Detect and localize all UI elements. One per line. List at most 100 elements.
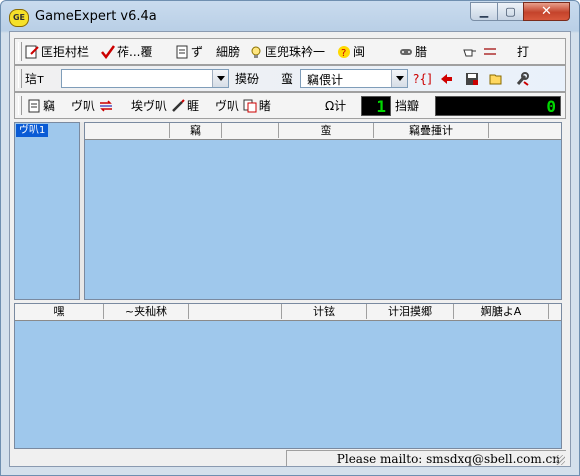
- toolbar-item-3[interactable]: ず: [175, 43, 203, 61]
- toolbar-item-4-label: 細膀: [216, 45, 241, 59]
- column-header[interactable]: [85, 123, 170, 138]
- new-document-icon: [28, 99, 40, 113]
- edit-page-icon: [25, 45, 39, 59]
- tree-item-selected[interactable]: ヴ叭1: [16, 124, 49, 137]
- app-logo-icon: GE: [9, 9, 29, 27]
- save-button[interactable]: [465, 70, 481, 88]
- toolbar3-item-2-label: ヴ叭: [71, 99, 96, 113]
- minimize-icon: ▁: [479, 5, 489, 18]
- toolbar-item-7[interactable]: 腊: [399, 43, 427, 61]
- count-display: 1: [361, 96, 391, 116]
- column-header[interactable]: ~夹秈秫: [104, 304, 189, 319]
- toolbar-item-2[interactable]: 莋...覆: [101, 43, 152, 61]
- main-window: GE GameExpert v6.4a ▁ ▢ ✕ 匡拒村栏 莋...覆 ず 細…: [0, 0, 580, 476]
- toolbar3-item-4[interactable]: 睚: [187, 97, 199, 115]
- save-icon: [466, 73, 478, 85]
- toolbar-item-1[interactable]: 匡拒村栏: [25, 43, 89, 61]
- toolbar-item-5-label: 匡兜珠衿一: [265, 45, 326, 59]
- maximize-button[interactable]: ▢: [497, 2, 524, 21]
- data-type-combo-value: 竊偎计: [307, 73, 344, 87]
- close-button[interactable]: ✕: [523, 2, 570, 21]
- address-list-grid[interactable]: 嘿 ~夹秈秫 计铉 计泪摸郷 婀膅よA: [14, 303, 562, 449]
- pen-icon: [171, 99, 185, 112]
- toolbar-item-7-label: 腊: [415, 45, 428, 59]
- chevron-down-icon[interactable]: [391, 70, 407, 87]
- process-combo[interactable]: [61, 69, 229, 88]
- arrow-left-button[interactable]: [439, 70, 455, 88]
- minimize-button[interactable]: ▁: [470, 2, 498, 21]
- arrow-left-icon: [441, 74, 452, 84]
- toolbar3-item-6-label: 睹: [258, 99, 271, 113]
- toolbar3-item-4-label: 睚: [187, 99, 200, 113]
- column-header[interactable]: 计铉: [282, 304, 367, 319]
- toolbar-grip[interactable]: [18, 42, 22, 61]
- lightbulb-icon: [251, 46, 261, 58]
- toolbar-item-6-label: 闽: [353, 45, 366, 59]
- copy-document-icon: [243, 99, 257, 113]
- address-list-header: 嘿 ~夹秈秫 计铉 计泪摸郷 婀膅よA: [15, 304, 561, 321]
- toolbar3-item-3-label: 埃ヴ叭: [131, 99, 168, 113]
- toolbar-item-8-label: 打: [517, 45, 530, 59]
- maximize-icon: ▢: [505, 5, 516, 18]
- status-mailto: Please mailto: smsdxq@sbell.com.cn: [286, 450, 566, 466]
- document-arrow-icon: [176, 45, 188, 59]
- open-folder-button[interactable]: [489, 70, 505, 88]
- chevron-down-icon[interactable]: [212, 70, 228, 87]
- tools-button[interactable]: [515, 70, 531, 88]
- search-value-label: 摸砏: [235, 72, 260, 86]
- toolbar-item-2-label: 莋...覆: [117, 45, 153, 59]
- toolbar-item-9[interactable]: 打: [517, 43, 529, 61]
- column-header[interactable]: 婀膅よA: [454, 304, 549, 319]
- column-header[interactable]: 计泪摸郷: [367, 304, 454, 319]
- toolbar-item-3-label: ず: [191, 45, 204, 59]
- status-bar: Please mailto: smsdxq@sbell.com.cn: [14, 450, 566, 466]
- toolbar-item-8[interactable]: [463, 43, 499, 61]
- data-type-combo[interactable]: 竊偎计: [300, 69, 408, 88]
- gamepad-icon: [400, 49, 412, 55]
- window-title: GameExpert v6.4a: [35, 9, 157, 24]
- query-button[interactable]: ?{]: [413, 70, 432, 88]
- column-header[interactable]: [489, 123, 561, 138]
- found-display: 0: [435, 96, 561, 116]
- toolbar3-item-5-label: ヴ叭: [215, 99, 240, 113]
- wrench-icon: [516, 72, 529, 86]
- results-grid[interactable]: 竊 蛮 竊疊揰计: [84, 122, 562, 300]
- title-bar[interactable]: GE GameExpert v6.4a ▁ ▢ ✕: [1, 1, 579, 31]
- found-label: 挡瓣: [395, 99, 420, 113]
- column-header[interactable]: [189, 304, 282, 319]
- column-header[interactable]: 竊疊揰计: [374, 123, 489, 138]
- action-toolbar: 竊 ヴ叭 埃ヴ叭 睚 ヴ叭 睹 Ω计 1 挡瓣 0: [14, 92, 566, 119]
- count-label: Ω计: [325, 99, 347, 113]
- main-toolbar: 匡拒村栏 莋...覆 ず 細膀 匡兜珠衿一 ? 闽 腊 打: [14, 38, 566, 65]
- process-tree[interactable]: ヴ叭1: [14, 122, 80, 300]
- toolbar-grip[interactable]: [18, 69, 22, 88]
- column-header[interactable]: 竊: [170, 123, 222, 138]
- toolbar-item-6[interactable]: ? 闽: [337, 43, 365, 61]
- toolbar3-item-3[interactable]: 埃ヴ叭: [131, 97, 187, 115]
- toolbar-grip[interactable]: [18, 96, 22, 115]
- toolbar-item-1-label: 匡拒村栏: [41, 45, 90, 59]
- toolbar-item-4[interactable]: 細膀: [216, 43, 240, 61]
- column-header[interactable]: 蛮: [279, 123, 374, 138]
- folder-open-icon: [489, 74, 502, 85]
- results-grid-header: 竊 蛮 竊疊揰计: [85, 123, 561, 140]
- process-label: 琂т: [25, 72, 44, 86]
- toolbar3-item-1[interactable]: 竊: [27, 97, 55, 115]
- help-icon: ?: [338, 46, 350, 59]
- pointing-hand-icon: [463, 49, 476, 57]
- column-header[interactable]: 嘿: [15, 304, 104, 319]
- toolbar3-item-5[interactable]: ヴ叭 睹: [215, 97, 271, 115]
- check-icon: [101, 45, 115, 59]
- swap-arrows-icon: [99, 100, 112, 112]
- client-area: 匡拒村栏 莋...覆 ず 細膀 匡兜珠衿一 ? 闽 腊 打 琂т 摸砏 蛮 竊偎…: [9, 31, 571, 467]
- toolbar-item-5[interactable]: 匡兜珠衿一: [249, 43, 325, 61]
- resize-grip-icon[interactable]: [555, 455, 565, 465]
- type-label: 蛮: [281, 72, 294, 86]
- toolbar3-item-2[interactable]: ヴ叭: [71, 97, 115, 115]
- toolbar3-item-1-label: 竊: [43, 99, 56, 113]
- close-icon: ✕: [541, 4, 552, 19]
- column-header[interactable]: [222, 123, 279, 138]
- arrows-icon: [483, 48, 496, 55]
- search-toolbar: 琂т 摸砏 蛮 竊偎计 ?{]: [14, 65, 566, 92]
- svg-text:?: ?: [341, 48, 346, 59]
